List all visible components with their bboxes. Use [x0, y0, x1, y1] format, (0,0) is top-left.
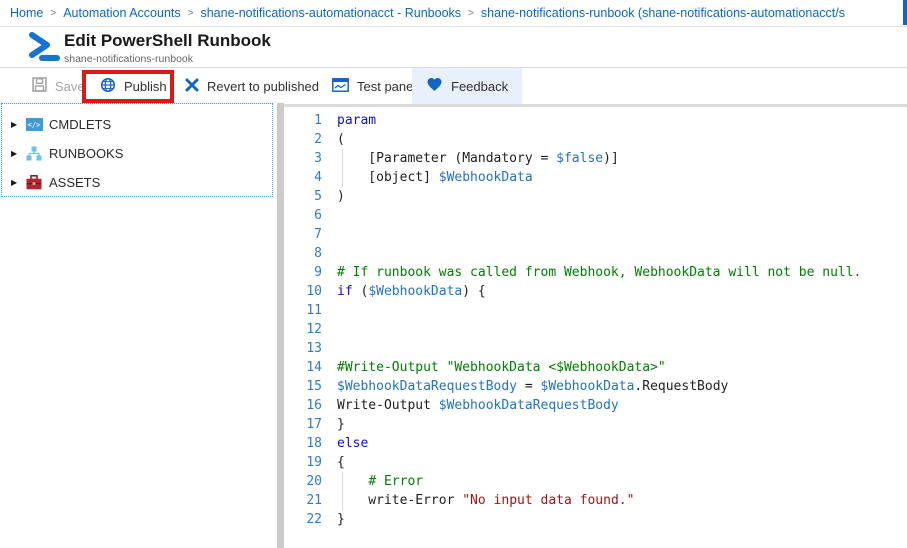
- sidebar-item-cmdlets[interactable]: ▶ </> CMDLETS: [2, 110, 272, 139]
- code-line: 21 write-Error "No input data found.": [284, 491, 907, 510]
- code-line: 6: [284, 206, 907, 225]
- code-line: 3 [Parameter (Mandatory = $false)]: [284, 149, 907, 168]
- line-number: 13: [306, 341, 322, 356]
- line-number: 18: [306, 436, 322, 451]
- code-text: Write-Output $WebhookDataRequestBody: [337, 398, 619, 413]
- code-line: 8: [284, 244, 907, 263]
- line-number: 9: [314, 265, 322, 280]
- chevron-right-icon: ▶: [11, 120, 18, 129]
- right-edge-accent: [903, 0, 907, 25]
- page-subtitle: shane-notifications-runbook: [64, 53, 193, 65]
- page-title: Edit PowerShell Runbook: [64, 31, 271, 50]
- code-line: 18 else: [284, 434, 907, 453]
- line-number: 12: [306, 322, 322, 337]
- code-text: }: [337, 417, 345, 432]
- heart-icon: [426, 77, 443, 95]
- publish-globe-icon: [100, 77, 116, 96]
- code-line: 17}: [284, 415, 907, 434]
- breadcrumb: Home > Automation Accounts > shane-notificat…: [0, 0, 907, 27]
- code-line: 2(: [284, 130, 907, 149]
- test-pane-button[interactable]: Test pane: [328, 68, 417, 104]
- revert-to-published-button[interactable]: Revert to published: [181, 68, 323, 104]
- code-text: [Parameter (Mandatory = $false)]: [337, 151, 619, 166]
- line-number: 14: [306, 360, 322, 375]
- line-number: 4: [314, 170, 322, 185]
- save-button[interactable]: Save: [28, 68, 89, 104]
- breadcrumb-link[interactable]: shane-notifications-runbook (shane-notif…: [481, 6, 845, 20]
- code-text: }: [337, 512, 345, 527]
- line-number: 22: [306, 512, 322, 527]
- code-text: [object] $WebhookData: [337, 170, 533, 185]
- save-icon: [32, 77, 47, 95]
- line-number: 15: [306, 379, 322, 394]
- line-number: 19: [306, 455, 322, 470]
- code-line: 14 #Write-Output "WebhookData <$WebhookDa…: [284, 358, 907, 377]
- code-text: if ($WebhookData) {: [337, 284, 486, 299]
- code-text: #Write-Output "WebhookData <$WebhookData…: [337, 360, 666, 375]
- code-line: 1 param: [284, 111, 907, 130]
- revert-x-icon: [185, 78, 199, 95]
- line-number: 6: [314, 208, 322, 223]
- line-number: 16: [306, 398, 322, 413]
- code-line: 15 $WebhookDataRequestBody = $WebhookData…: [284, 377, 907, 396]
- breadcrumb-link[interactable]: Automation Accounts: [63, 6, 180, 20]
- line-number: 8: [314, 246, 322, 261]
- test-pane-icon: [332, 77, 349, 95]
- code-text: (: [337, 132, 345, 147]
- code-line: 5): [284, 187, 907, 206]
- assets-icon: [25, 175, 43, 190]
- breadcrumb-link[interactable]: Home: [10, 6, 43, 20]
- line-number: 7: [314, 227, 322, 242]
- breadcrumb-link[interactable]: shane-notifications-automationacct - Run…: [200, 6, 461, 20]
- line-number: 11: [306, 303, 322, 318]
- breadcrumb-separator: >: [187, 7, 194, 19]
- indent-guide: [342, 472, 343, 510]
- code-line: 7: [284, 225, 907, 244]
- code-line: 4 [object] $WebhookData: [284, 168, 907, 187]
- line-number: 10: [306, 284, 322, 299]
- feedback-button[interactable]: Feedback: [412, 68, 523, 104]
- code-text: write-Error "No input data found.": [337, 493, 635, 508]
- chevron-right-icon: ▶: [11, 178, 18, 187]
- code-text: param: [337, 113, 377, 128]
- sidebar-item-assets[interactable]: ▶ ASSETS: [2, 168, 272, 197]
- code-line: 11: [284, 301, 907, 320]
- powershell-icon: [28, 32, 60, 67]
- line-number: 20: [306, 474, 322, 489]
- breadcrumb-separator: >: [468, 7, 474, 19]
- publish-button[interactable]: Publish: [96, 68, 171, 104]
- sidebar-item-runbooks[interactable]: ▶ RUNBOOKS: [2, 139, 272, 168]
- code-text: ): [337, 189, 345, 204]
- cmdlets-icon: </>: [25, 118, 43, 131]
- line-number: 1: [314, 113, 322, 128]
- code-line: 12: [284, 320, 907, 339]
- runbooks-icon: [25, 146, 43, 161]
- code-text: $WebhookDataRequestBody = $WebhookData.R…: [337, 379, 729, 394]
- line-number: 2: [314, 132, 322, 147]
- line-number: 3: [314, 151, 322, 166]
- code-line: 19 {: [284, 453, 907, 472]
- edit-runbook-page: Home > Automation Accounts > shane-notificat…: [0, 0, 907, 548]
- library-sidebar: ▶ </> CMDLETS ▶ RUNBOOKS ▶ ASSETS: [1, 103, 273, 197]
- code-text: else: [337, 436, 369, 451]
- line-number: 5: [314, 189, 322, 204]
- code-line: 10 if ($WebhookData) {: [284, 282, 907, 301]
- chevron-right-icon: ▶: [11, 149, 18, 158]
- line-number: 17: [306, 417, 322, 432]
- code-line: 9 # If runbook was called from Webhook, W…: [284, 263, 907, 282]
- code-line: 20 # Error: [284, 472, 907, 491]
- breadcrumb-separator: >: [50, 7, 57, 19]
- code-editor[interactable]: 1 param 2(3 [Parameter (Mandatory = $false…: [284, 104, 907, 548]
- pane-splitter[interactable]: [277, 103, 284, 548]
- toolbar: Save Publish Revert to published Test pa…: [0, 68, 907, 104]
- line-number: 21: [306, 493, 322, 508]
- code-line: 16 Write-Output $WebhookDataRequestBody: [284, 396, 907, 415]
- code-line: 13: [284, 339, 907, 358]
- indent-guide: [342, 149, 343, 187]
- code-text: # If runbook was called from Webhook, We…: [337, 265, 862, 280]
- page-header: Edit PowerShell Runbook shane-notificati…: [0, 28, 907, 68]
- code-text: # Error: [368, 474, 424, 489]
- code-text: {: [337, 455, 345, 470]
- code-line: 22}: [284, 510, 907, 529]
